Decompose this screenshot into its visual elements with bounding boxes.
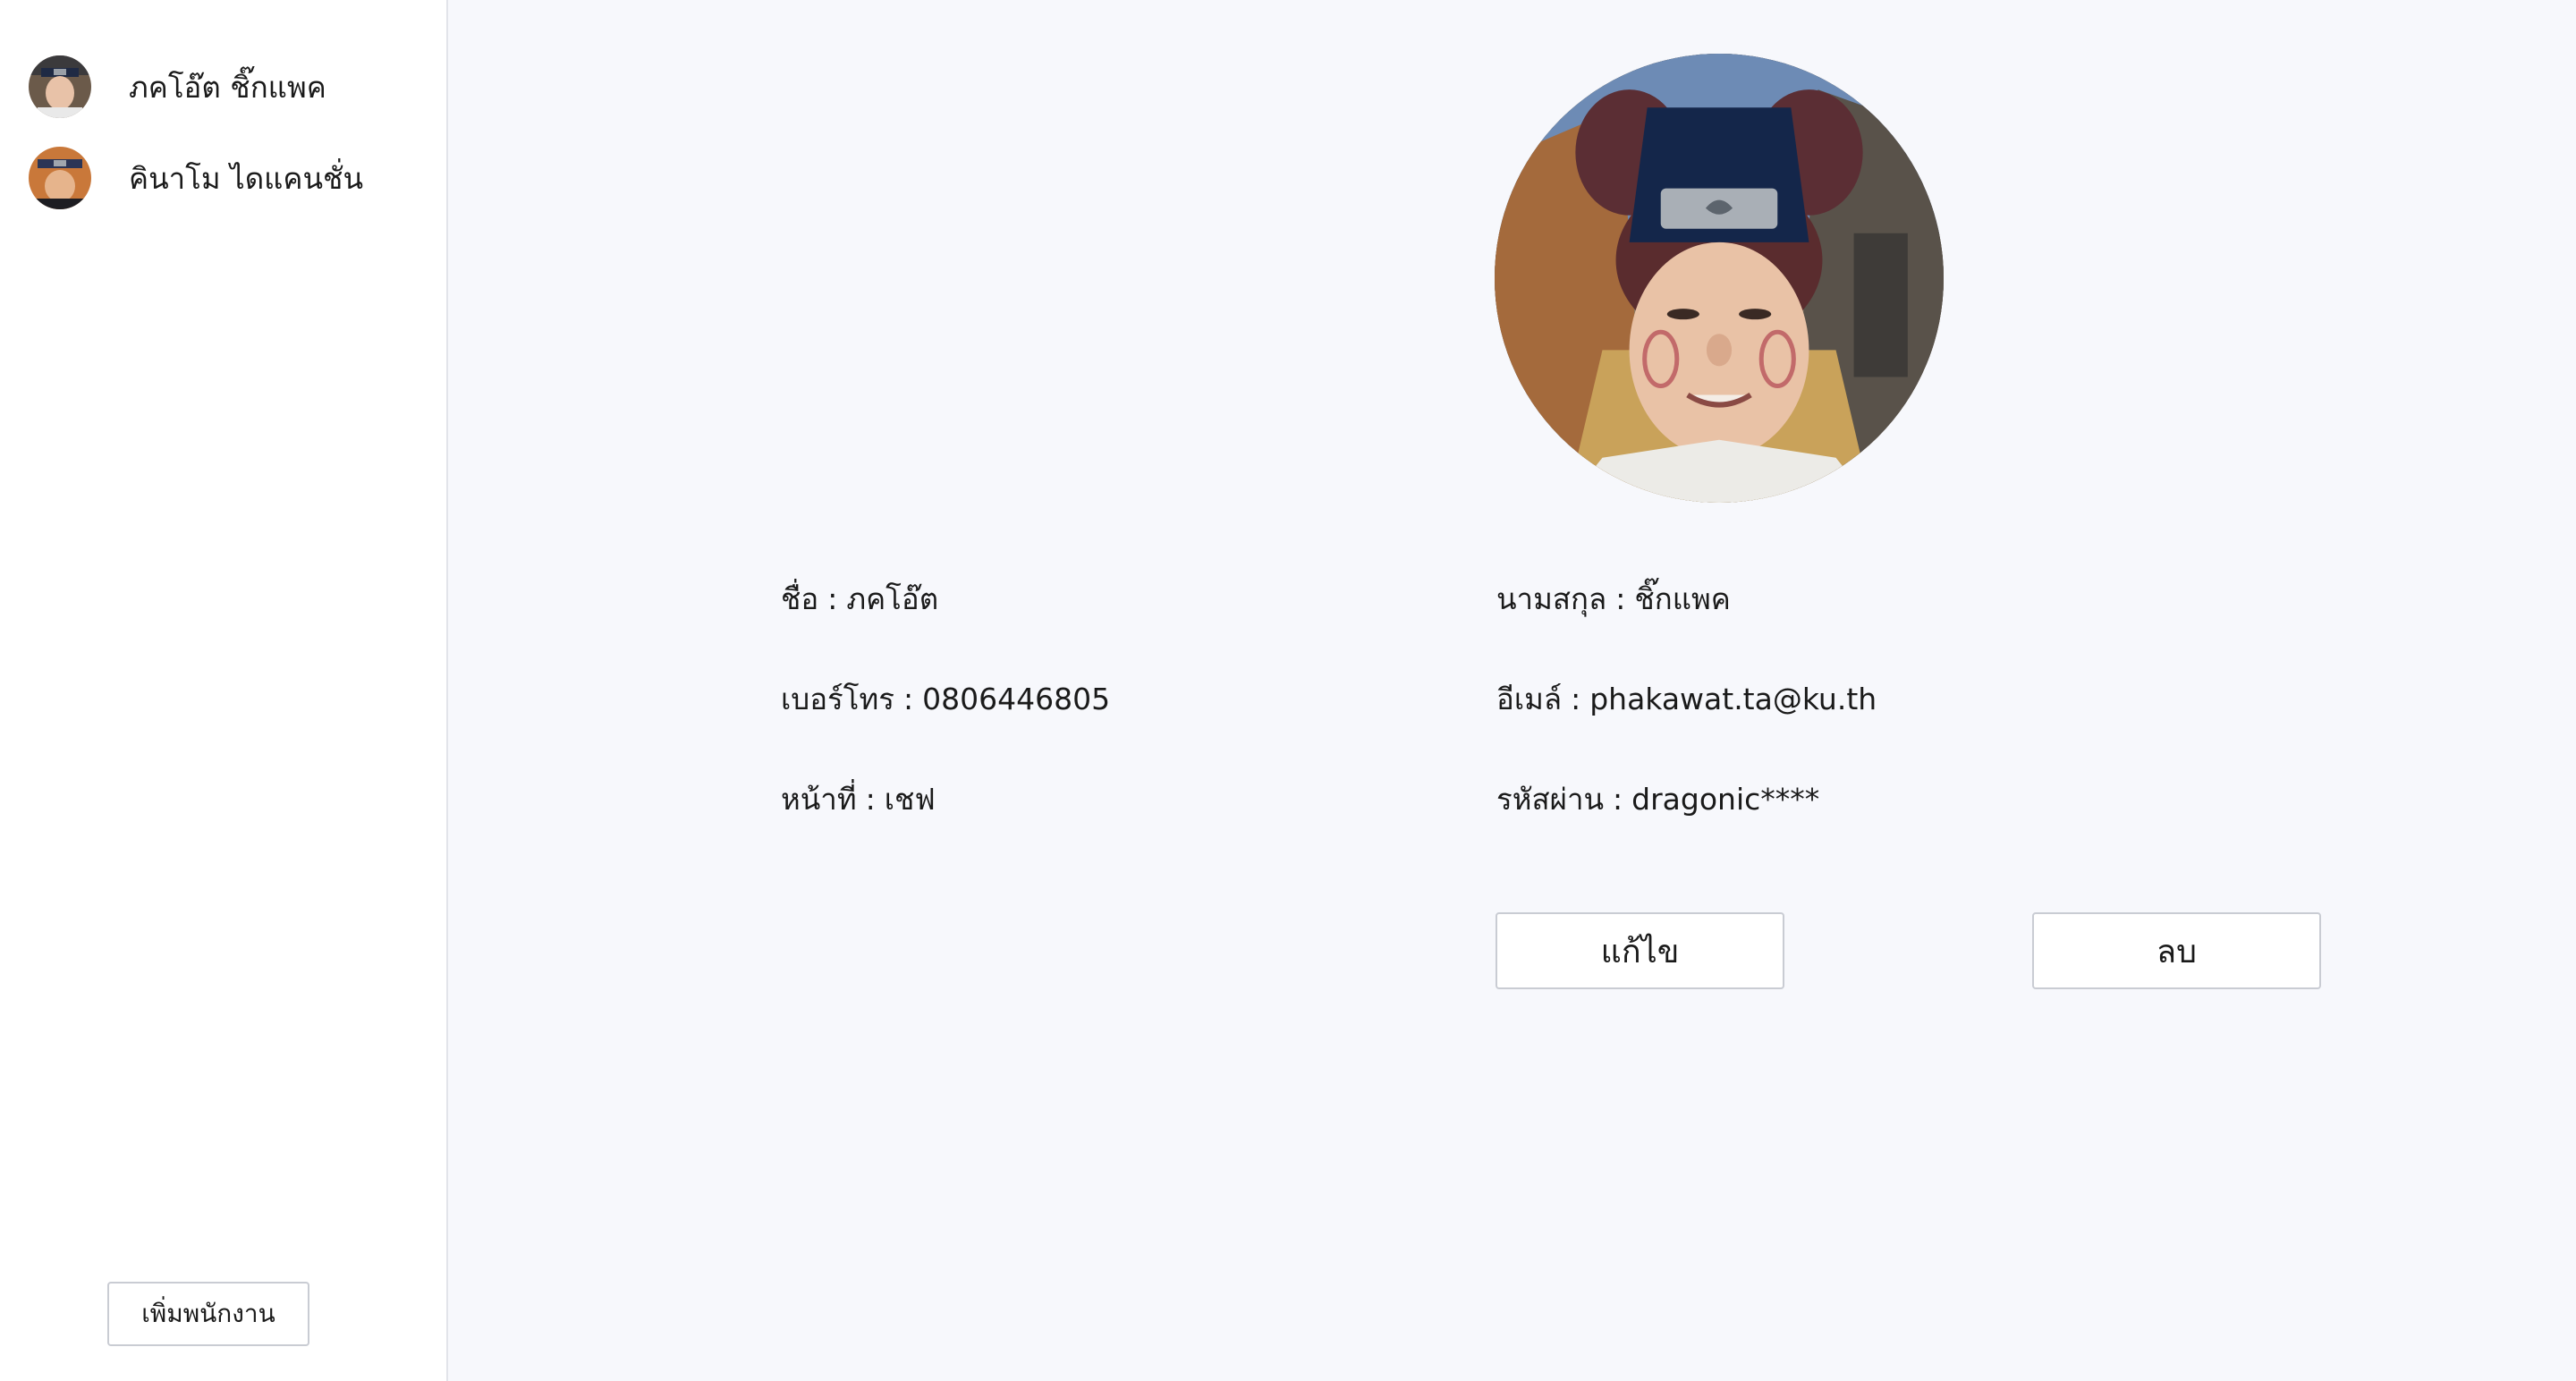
first-name-value: ภคโอ๊ต	[846, 581, 939, 616]
password-label: รหัสผ่าน	[1496, 782, 1605, 817]
separator: :	[865, 782, 876, 817]
password-value: dragonic****	[1631, 782, 1820, 817]
employee-name: คินาโม ไดแคนชั่น	[129, 160, 364, 196]
employee-detail-panel: ชื่อ : ภคโอ๊ต เบอร์โทร : 0806446805 หน้า…	[450, 0, 2576, 1381]
email-label: อีเมล์	[1496, 682, 1563, 716]
employee-management-app: ภคโอ๊ต ชิ๊กแพค คินาโม ไดแคนชั่น เพิ่มพนั…	[0, 0, 2576, 1381]
delete-button[interactable]: ลบ	[2032, 912, 2321, 989]
last-name-label: นามสกุล	[1496, 581, 1607, 616]
last-name-field: นามสกุล : ชิ๊กแพค	[1496, 575, 1731, 623]
first-name-label: ชื่อ	[781, 581, 819, 616]
employee-list-item[interactable]: คินาโม ไดแคนชั่น	[0, 134, 446, 222]
phone-value: 0806446805	[922, 682, 1111, 716]
separator: :	[1615, 581, 1626, 616]
role-value: เชฟ	[884, 782, 936, 817]
first-name-field: ชื่อ : ภคโอ๊ต	[781, 575, 938, 623]
employee-sidebar: ภคโอ๊ต ชิ๊กแพค คินาโม ไดแคนชั่น เพิ่มพนั…	[0, 0, 448, 1381]
role-label: หน้าที่	[781, 782, 857, 817]
separator: :	[1571, 682, 1581, 716]
separator: :	[902, 682, 914, 716]
email-value: phakawat.ta@ku.th	[1589, 682, 1877, 716]
add-employee-button[interactable]: เพิ่มพนักงาน	[107, 1282, 309, 1346]
employee-list-item[interactable]: ภคโอ๊ต ชิ๊กแพค	[0, 43, 446, 131]
last-name-value: ชิ๊กแพค	[1634, 581, 1731, 616]
phone-label: เบอร์โทร	[781, 682, 894, 716]
separator: :	[827, 581, 838, 616]
password-field: รหัสผ่าน : dragonic****	[1496, 775, 1819, 823]
profile-photo	[1495, 54, 1944, 503]
email-field: อีเมล์ : phakawat.ta@ku.th	[1496, 675, 1877, 723]
role-field: หน้าที่ : เชฟ	[781, 775, 936, 823]
separator: :	[1613, 782, 1623, 817]
avatar	[29, 55, 91, 118]
edit-button[interactable]: แก้ไข	[1496, 912, 1784, 989]
avatar	[29, 147, 91, 209]
phone-field: เบอร์โทร : 0806446805	[781, 675, 1110, 723]
employee-name: ภคโอ๊ต ชิ๊กแพค	[129, 69, 326, 105]
